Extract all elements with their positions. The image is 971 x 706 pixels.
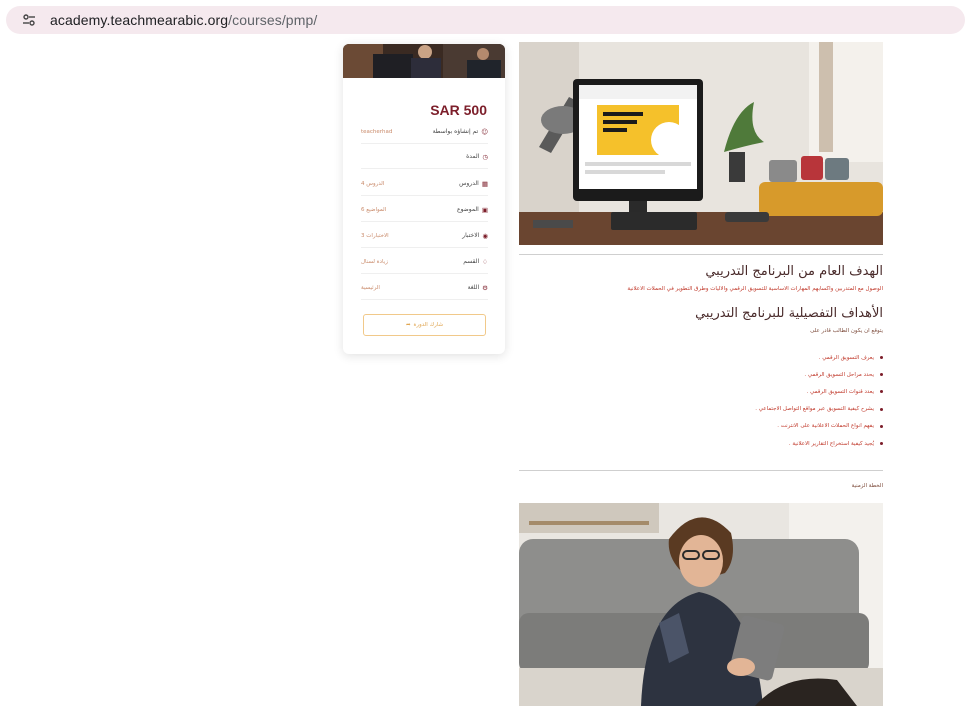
info-label: الموضوع bbox=[457, 206, 479, 213]
course-hero-image bbox=[519, 42, 883, 245]
list-item: يشرح كيفية التسويق عبر مواقع التواصل الا… bbox=[523, 401, 883, 418]
info-label: الدروس bbox=[459, 180, 479, 187]
list-item: يحدد مراحل التسويق الرقمي . bbox=[523, 366, 883, 383]
url-path: /courses/pmp/ bbox=[228, 12, 318, 28]
bullet-icon bbox=[880, 356, 883, 360]
site-settings-icon[interactable] bbox=[18, 9, 40, 31]
course-price: SAR 500 bbox=[430, 102, 487, 118]
info-value: 4 الدروس bbox=[361, 180, 385, 187]
goal-text: يعدد قنوات التسويق الرقمي . bbox=[806, 388, 874, 395]
goal-text: يشرح كيفية التسويق عبر مواقع التواصل الا… bbox=[755, 406, 874, 413]
user-icon: ☺ bbox=[481, 127, 488, 136]
book-icon: ▦ bbox=[481, 179, 488, 188]
course-thumbnail-image bbox=[343, 44, 505, 78]
clock-icon: ◷ bbox=[482, 152, 488, 161]
list-item: يعرف التسويق الرقمي . bbox=[523, 349, 883, 366]
info-row-lessons: 4 الدروس ▦ الدروس bbox=[361, 172, 488, 196]
info-label: الاختبار bbox=[462, 232, 480, 239]
url-text[interactable]: academy.teachmearabic.org/courses/pmp/ bbox=[50, 12, 317, 28]
url-host: academy.teachmearabic.org bbox=[50, 12, 229, 28]
goal-text: يفهم انواع الحملات الاعلانية على الانترن… bbox=[777, 423, 874, 430]
info-label: تم إنشاؤه بواسطة bbox=[432, 128, 479, 135]
timeline-label: الخطة الزمنية bbox=[851, 483, 883, 489]
info-row-quizzes: 3 الاختبارات ◉ الاختبار bbox=[361, 224, 488, 248]
list-item: يُجيد كيفية استخراج التقارير الاعلانية . bbox=[523, 435, 883, 452]
section-divider bbox=[519, 470, 883, 471]
share-button-label: شارك الدورة bbox=[413, 322, 444, 328]
goal-text: يحدد مراحل التسويق الرقمي . bbox=[804, 371, 874, 378]
info-value: الرئيسية bbox=[361, 284, 380, 291]
info-row-topics: 6 المواضيع ▣ الموضوع bbox=[361, 198, 488, 222]
bullet-icon bbox=[880, 442, 883, 446]
bullet-icon bbox=[880, 424, 883, 428]
topic-icon: ▣ bbox=[481, 205, 488, 214]
info-row-created-by: teacherhad ☺ تم إنشاؤه بواسطة bbox=[361, 120, 488, 144]
bullet-icon bbox=[880, 390, 883, 394]
info-label: المدة bbox=[466, 153, 480, 160]
general-goal-heading: الهدف العام من البرنامج التدريبي bbox=[705, 264, 883, 279]
info-value: 6 المواضيع bbox=[361, 206, 387, 213]
bullet-icon bbox=[880, 407, 883, 411]
general-goal-text: الوصول مع المتدربين واكسابهم المهارات ال… bbox=[627, 286, 883, 292]
bullet-icon bbox=[880, 373, 883, 377]
quiz-icon: ◉ bbox=[482, 231, 488, 240]
goals-list: يعرف التسويق الرقمي . يحدد مراحل التسويق… bbox=[523, 349, 883, 452]
detailed-goals-heading: الأهداف التفصيلية للبرنامج التدريبي bbox=[695, 306, 883, 321]
detailed-goals-intro: يتوقع ان يكون الطالب قادر على bbox=[810, 328, 883, 334]
section-divider bbox=[519, 254, 883, 255]
info-value[interactable]: teacherhad bbox=[361, 129, 392, 135]
list-item: يعدد قنوات التسويق الرقمي . bbox=[523, 383, 883, 400]
list-item: يفهم انواع الحملات الاعلانية على الانترن… bbox=[523, 418, 883, 435]
info-row-duration: ◷ المدة bbox=[361, 145, 488, 169]
goal-text: يعرف التسويق الرقمي . bbox=[818, 354, 874, 361]
info-value: 3 الاختبارات bbox=[361, 232, 389, 239]
goal-text: يُجيد كيفية استخراج التقارير الاعلانية . bbox=[788, 440, 874, 447]
student-with-tablet-image bbox=[519, 503, 883, 706]
info-value[interactable]: زيادة لسنال bbox=[361, 259, 388, 265]
address-bar[interactable]: academy.teachmearabic.org/courses/pmp/ bbox=[6, 6, 965, 34]
browser-toolbar: academy.teachmearabic.org/courses/pmp/ bbox=[0, 0, 971, 40]
share-icon: ➦ bbox=[405, 322, 411, 328]
